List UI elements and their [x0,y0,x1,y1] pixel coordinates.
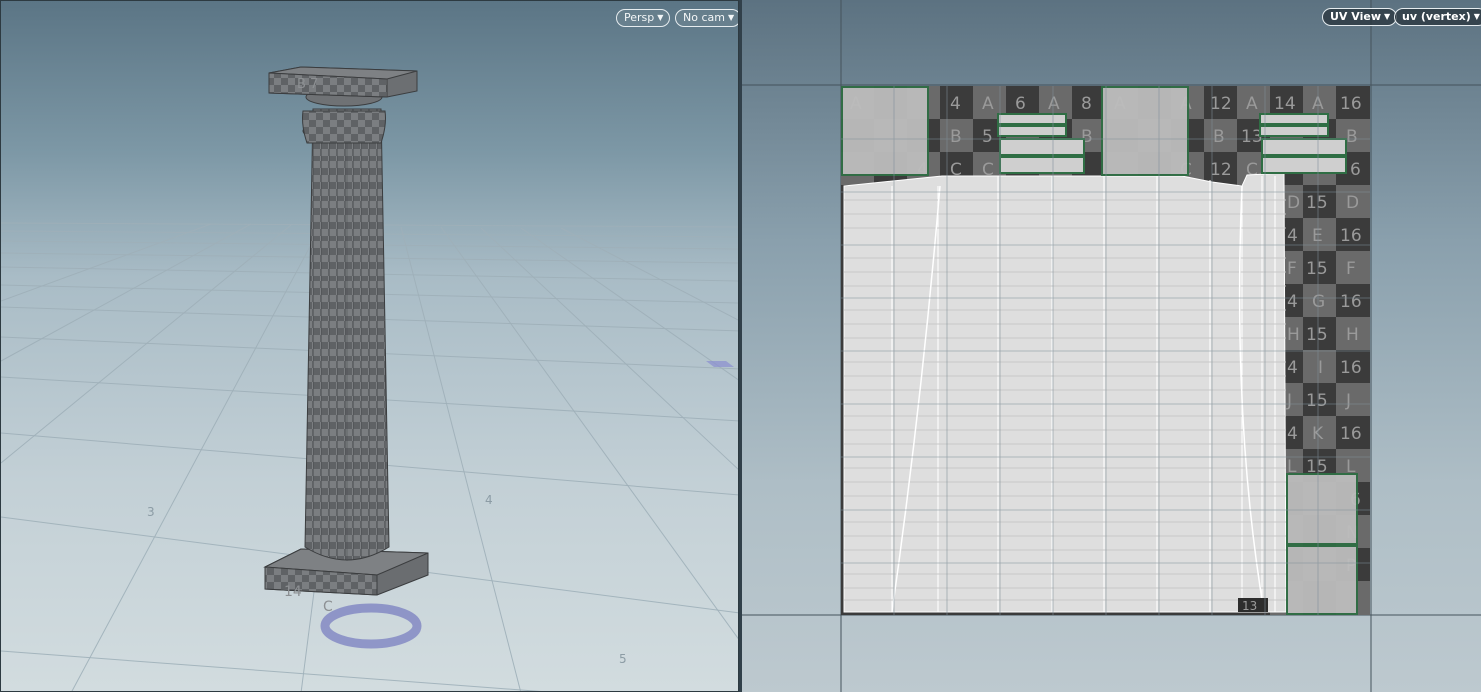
base-checker-label: 14 [284,584,302,600]
checker-label: G [1312,292,1325,312]
persp-view-menu-label: Persp [624,11,655,24]
camera-menu-label: No cam [683,11,725,24]
chevron-down-icon: ▼ [657,13,664,22]
persp-view-menu[interactable]: Persp ▼ [616,9,671,27]
uv-view-menu-label: UV View [1330,10,1381,23]
checker-label: 8 [1081,94,1092,114]
checker-label: 4 [950,94,961,114]
checker-label: H [1287,325,1300,345]
checker-label: 16 [1340,94,1362,114]
chevron-down-icon: ▼ [1384,12,1391,21]
checker-label: 15 [1306,325,1328,345]
axis-marker-icon [706,361,734,367]
checker-label: F [1287,259,1297,279]
capital-checker-label: B 7 [297,77,318,92]
checker-label: A [982,94,994,114]
checker-label: 5 [982,127,993,147]
checker-label: H [1346,325,1359,345]
checker-label: 4 [1287,292,1298,312]
checker-label: 16 [1340,424,1362,444]
checker-label: 15 [1306,259,1328,279]
checker-label: 16 [1340,226,1362,246]
checker-label: 6 [1015,94,1026,114]
uv-view-menu[interactable]: UV View ▼ [1322,8,1398,26]
checker-label: I [1318,358,1323,378]
checker-label: 4 [1287,226,1298,246]
column-model[interactable]: 14 C B 7 [263,66,429,615]
checker-label: D [1346,193,1359,213]
checker-label: 15 [1306,193,1328,213]
perspective-viewport[interactable]: 3 4 5 14 C B 7 Persp ▼ No cam ▼ [0,0,739,692]
chevron-down-icon: ▼ [727,13,735,22]
checker-label: 12 [1210,160,1232,180]
houdini-split-viewport: 3 4 5 14 C B 7 Persp ▼ No cam ▼ 4 A 6 A … [0,0,1481,692]
checker-label: 16 [1340,292,1362,312]
uv-canvas: A 4 A 6 A 8 A A 12 A 14 A 16 B 5 [742,0,1481,692]
checker-label: 13 [1242,599,1257,613]
checker-label: A [1048,94,1060,114]
checker-label: 15 [1306,391,1328,411]
checker-label: J [1345,391,1351,411]
checker-label: B [1213,127,1225,147]
uv-attribute-menu-label: uv (vertex) [1402,10,1471,23]
checker-label: 6 [1350,160,1361,180]
ground-grid: 3 4 5 14 C B 7 [1,66,738,691]
base-checker-label: C [323,599,333,615]
checker-label: 4 [1287,358,1298,378]
checker-label: 14 [1274,94,1296,114]
checker-label: 12 [1210,94,1232,114]
uv-attribute-menu[interactable]: uv (vertex) ▼ [1394,8,1481,26]
checker-label: E [1312,226,1323,246]
camera-menu[interactable]: No cam ▼ [675,9,738,27]
grid-number: 5 [619,652,627,666]
checker-label: 16 [1340,358,1362,378]
checker-label: B [1346,127,1358,147]
chevron-down-icon: ▼ [1473,12,1480,21]
grid-number: 3 [147,505,155,519]
checker-label: A [1246,94,1258,114]
axis-ring-icon [320,603,422,649]
checker-label: 4 [1287,424,1298,444]
checker-label: F [1346,259,1356,279]
checker-label: B [950,127,962,147]
grid-number: 4 [485,493,493,507]
checker-label: J [1286,391,1292,411]
checker-label: D [1287,193,1300,213]
uv-viewport[interactable]: A 4 A 6 A 8 A A 12 A 14 A 16 B 5 [742,0,1481,692]
